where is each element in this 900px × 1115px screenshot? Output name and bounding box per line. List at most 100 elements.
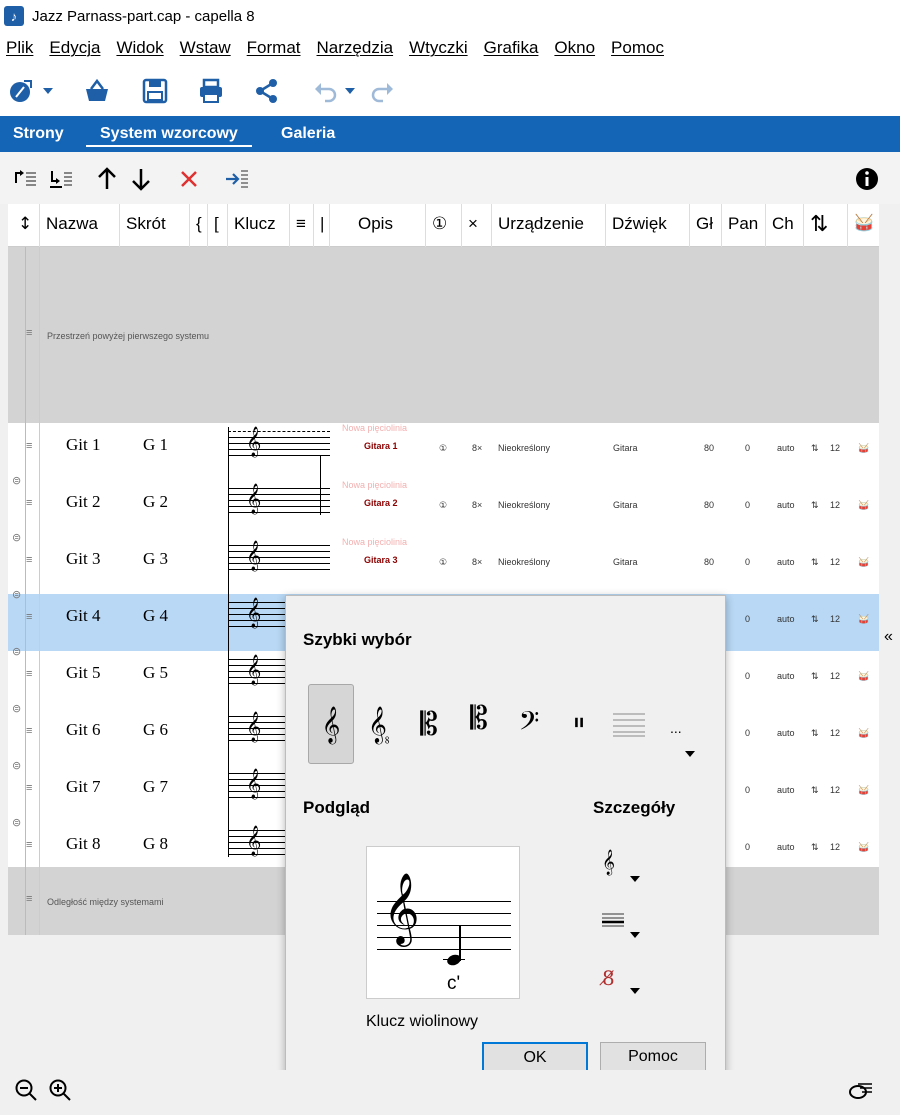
menu-widok[interactable]: Widok [116,38,163,58]
staff-num[interactable]: 12 [830,500,840,510]
staff-transp[interactable]: 8× [472,500,482,510]
staff-num[interactable]: 12 [830,557,840,567]
staff-sound[interactable]: Gitara [613,557,638,567]
drag-handle-icon[interactable]: ≡ [26,554,32,566]
drum-icon[interactable]: 🥁 [858,500,869,511]
more-clefs-label[interactable]: ... [670,720,682,736]
staff-num[interactable]: 12 [830,671,840,681]
share-button[interactable] [252,76,282,106]
menu-edycja[interactable]: Edycja [49,38,100,58]
table-row[interactable]: Nowa pięciolinia Git 1 G 1 Gitara 1 ① 8×… [8,423,879,480]
staff-channel[interactable]: auto [777,557,795,567]
bass-clef-button[interactable]: 𝄢 [506,684,552,764]
column-skrot[interactable]: Skrót [120,204,190,247]
open-button[interactable] [82,76,112,106]
voices-icon[interactable]: ① [439,443,447,454]
staff-device[interactable]: Nieokreślony [498,500,550,510]
column-klucz[interactable]: Klucz [228,204,290,247]
tab-galeria[interactable]: Galeria [281,116,335,152]
staff-abbr[interactable]: G 8 [143,834,168,854]
drum-icon[interactable]: 🥁 [858,614,869,625]
voices-icon[interactable]: ① [439,557,447,568]
column-channel[interactable]: Ch [766,204,804,247]
staff-pan[interactable]: 0 [745,842,750,852]
staff-name[interactable]: Git 5 [66,663,100,683]
drag-handle-icon[interactable]: ≡ [26,893,32,905]
staff-pan[interactable]: 0 [745,557,750,567]
staff-desc[interactable]: Gitara 2 [364,498,398,508]
collapse-panel-button[interactable]: « [884,628,893,646]
transpose-icon[interactable]: ⇅ [811,671,819,682]
staff-num[interactable]: 12 [830,443,840,453]
staff-sound[interactable]: Gitara [613,443,638,453]
staff-abbr[interactable]: G 5 [143,663,168,683]
staff-name[interactable]: Git 4 [66,606,100,626]
voices-icon[interactable]: ① [439,500,447,511]
drum-icon[interactable]: 🥁 [858,671,869,682]
move-up-button[interactable] [92,164,122,194]
staff-name[interactable]: Git 7 [66,777,100,797]
column-lines[interactable]: ≡ [290,204,314,247]
staff-abbr[interactable]: G 6 [143,720,168,740]
staff-volume[interactable]: 80 [704,500,714,510]
staff-abbr[interactable]: G 3 [143,549,168,569]
drag-handle-icon[interactable]: ≡ [26,611,32,623]
menu-plik[interactable]: Plik [6,38,33,58]
zoom-in-button[interactable] [48,1078,72,1106]
row-resize-icon[interactable]: ⊜ [12,588,21,601]
staff-transp[interactable]: 8× [472,443,482,453]
column-glosnosc[interactable]: Gł [690,204,722,247]
staff-num[interactable]: 12 [830,785,840,795]
menu-wtyczki[interactable]: Wtyczki [409,38,468,58]
column-voices[interactable]: ① [426,204,462,247]
staff-channel[interactable]: auto [777,785,795,795]
row-resize-icon[interactable]: ⊜ [12,531,21,544]
staff-num[interactable]: 12 [830,728,840,738]
row-resize-icon[interactable]: ⊜ [12,759,21,772]
no-clef-button[interactable] [606,684,652,764]
column-opis[interactable]: Opis [330,204,426,247]
delete-staff-button[interactable] [174,164,204,194]
menu-format[interactable]: Format [247,38,301,58]
drum-icon[interactable]: 🥁 [858,557,869,568]
column-pan[interactable]: Pan [722,204,766,247]
drag-handle-icon[interactable]: ≡ [26,839,32,851]
staff-channel[interactable]: auto [777,842,795,852]
staff-num[interactable]: 12 [830,614,840,624]
save-button[interactable] [140,76,170,106]
drum-icon[interactable]: 🥁 [858,785,869,796]
transpose-icon[interactable]: ⇅ [811,614,819,625]
drag-handle-icon[interactable]: ≡ [26,668,32,680]
staff-name[interactable]: Git 1 [66,435,100,455]
staff-volume[interactable]: 80 [704,557,714,567]
staff-channel[interactable]: auto [777,728,795,738]
staff-channel[interactable]: auto [777,500,795,510]
view-options-button[interactable] [848,1078,874,1106]
redo-button[interactable] [368,76,398,106]
transpose-icon[interactable]: ⇅ [811,785,819,796]
staff-name[interactable]: Git 6 [66,720,100,740]
staff-channel[interactable]: auto [777,614,795,624]
drag-handle-icon[interactable]: ≡ [26,327,32,339]
zoom-out-button[interactable] [14,1078,38,1106]
print-button[interactable] [196,76,226,106]
staff-channel[interactable]: auto [777,671,795,681]
menu-narzedzia[interactable]: Narzędzia [317,38,394,58]
drum-icon[interactable]: 🥁 [858,728,869,739]
staff-num[interactable]: 12 [830,842,840,852]
staff-transp[interactable]: 8× [472,557,482,567]
menu-wstaw[interactable]: Wstaw [180,38,231,58]
menu-grafika[interactable]: Grafika [484,38,539,58]
column-drum[interactable]: 🥁 [848,204,879,247]
column-nazwa[interactable]: Nazwa [40,204,120,247]
table-row[interactable]: Nowa pięciolinia Git 3 G 3 Gitara 3 ① 8×… [8,537,879,594]
alto-clef-button[interactable]: 𝄡 [406,684,452,764]
chevron-down-icon[interactable] [685,751,695,757]
staff-desc[interactable]: Gitara 3 [364,555,398,565]
help-button[interactable]: Pomoc [600,1042,706,1072]
staff-abbr[interactable]: G 4 [143,606,168,626]
tab-system-wzorcowy[interactable]: System wzorcowy [86,116,252,152]
menu-pomoc[interactable]: Pomoc [611,38,664,58]
percussion-clef-button[interactable]: 𝄥 [556,684,602,764]
staff-abbr[interactable]: G 1 [143,435,168,455]
